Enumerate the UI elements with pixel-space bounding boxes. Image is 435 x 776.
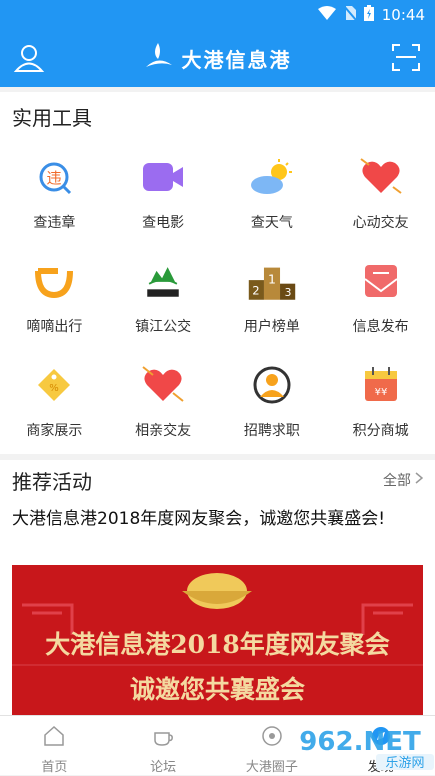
tab-home[interactable]: 首页 (0, 716, 109, 775)
status-time: 10:44 (381, 6, 425, 24)
svg-text:2: 2 (252, 283, 259, 297)
activity-section: 推荐活动 全部 大港信息港2018年度网友聚会，诚邀您共襄盛会! 大港信息港20… (0, 460, 435, 715)
circle-icon (260, 724, 284, 752)
tool-label: 查天气 (250, 215, 293, 231)
app-header: 大港信息港 (0, 30, 435, 87)
tool-label: 信息发布 (352, 319, 409, 335)
tag-icon: % (29, 360, 79, 410)
app-title: 大港信息港 (181, 48, 292, 72)
weather-icon (247, 152, 297, 202)
tool-label: 查电影 (142, 215, 185, 231)
tool-merchant[interactable]: % 商家展示 (0, 348, 109, 452)
status-bar: 10:44 (0, 0, 435, 30)
tab-forum[interactable]: 论坛 (109, 716, 218, 775)
tool-label: 嘀嘀出行 (26, 319, 83, 335)
tool-shop[interactable]: ¥¥ 积分商城 (326, 348, 435, 452)
heart-icon (356, 152, 406, 202)
didi-icon (29, 256, 79, 306)
view-all-label: 全部 (383, 473, 411, 489)
no-sim-icon (343, 5, 357, 24)
tool-ranking[interactable]: 213 用户榜单 (218, 244, 327, 348)
tool-traffic[interactable]: 违 查违章 (0, 140, 109, 244)
svg-text:违: 违 (47, 169, 62, 187)
tool-label: 用户榜单 (243, 319, 300, 335)
tab-label: 首页 (41, 760, 68, 775)
tool-label: 招聘求职 (243, 423, 300, 439)
wifi-icon (317, 6, 336, 24)
mail-icon (356, 256, 406, 306)
cup-icon (151, 724, 175, 752)
tool-didi[interactable]: 嘀嘀出行 (0, 244, 109, 348)
banner-line2: 诚邀您共襄盛会 (129, 675, 305, 704)
scan-icon[interactable] (391, 42, 423, 74)
tool-weather[interactable]: 查天气 (218, 140, 327, 244)
movie-icon (138, 152, 188, 202)
tools-grid: 违 查违章 查电影 查天气 心动交友 嘀嘀出行 镇江公交 2 1 3 用户榜单 … (0, 140, 435, 452)
tool-label: 镇江公交 (135, 319, 192, 335)
brand: 大港信息港 (144, 41, 292, 76)
tab-label: 论坛 (150, 760, 177, 775)
job-icon (247, 360, 297, 410)
tool-dating[interactable]: 心动交友 (326, 140, 435, 244)
tool-label: 商家展示 (26, 423, 83, 439)
heart-arrow-icon (138, 360, 188, 410)
podium-icon: 213 (247, 256, 297, 306)
chevron-right-icon (415, 472, 424, 488)
shop-icon: ¥¥ (356, 360, 406, 410)
svg-text:¥¥: ¥¥ (374, 387, 387, 398)
activity-banner[interactable]: 大港信息港2018年度网友聚会 诚邀您共襄盛会 (12, 565, 423, 715)
watermark-logo: 962.NET 乐游网 (299, 727, 434, 771)
tool-label: 相亲交友 (135, 423, 192, 439)
tool-movie[interactable]: 查电影 (109, 140, 218, 244)
svg-text:3: 3 (285, 286, 292, 299)
watermark: 962.NET 乐游网 (299, 722, 435, 772)
battery-icon (363, 5, 374, 25)
view-all-link[interactable]: 全部 (383, 470, 424, 490)
home-icon (42, 724, 66, 752)
tool-publish[interactable]: 信息发布 (326, 244, 435, 348)
tools-section: 实用工具 违 查违章 查电影 查天气 心动交友 嘀嘀出行 镇江公交 2 1 3 … (0, 92, 435, 454)
bus-logo-icon (138, 256, 189, 306)
tool-job[interactable]: 招聘求职 (218, 348, 327, 452)
activity-title: 推荐活动 (12, 470, 92, 494)
tool-label: 心动交友 (352, 215, 409, 231)
watermark-text: 962.NET (300, 727, 421, 757)
user-icon[interactable] (13, 42, 45, 74)
tab-label: 大港圈子 (245, 760, 298, 775)
svg-text:%: % (50, 383, 60, 394)
logo-icon (144, 41, 174, 76)
watermark-sub: 乐游网 (385, 756, 424, 771)
tools-title: 实用工具 (12, 106, 92, 130)
activity-headline[interactable]: 大港信息港2018年度网友聚会，诚邀您共襄盛会! (12, 506, 417, 532)
tool-bus[interactable]: 镇江公交 (109, 244, 218, 348)
tool-label: 积分商城 (352, 423, 409, 439)
tool-matchmaking[interactable]: 相亲交友 (109, 348, 218, 452)
tool-label: 查违章 (33, 215, 76, 231)
traffic-violation-icon: 违 (29, 152, 79, 202)
svg-text:1: 1 (268, 272, 276, 287)
banner-line1: 大港信息港2018年度网友聚会 (45, 630, 390, 659)
